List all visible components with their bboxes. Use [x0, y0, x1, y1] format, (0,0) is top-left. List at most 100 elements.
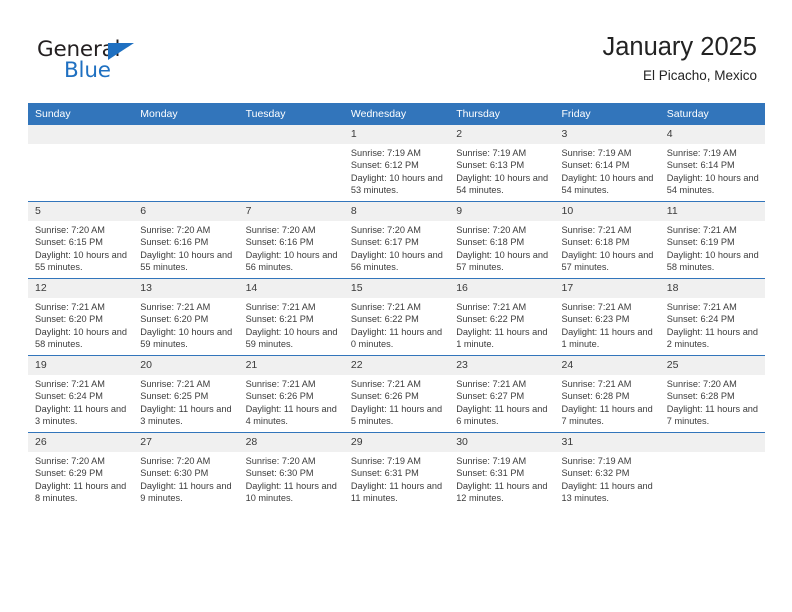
- day-number: [659, 433, 766, 452]
- sunrise-text: Sunrise: 7:21 AM: [456, 379, 527, 389]
- day-details: Sunrise: 7:21 AM Sunset: 6:20 PM Daylight:…: [133, 298, 238, 351]
- day-number: 22: [343, 356, 450, 375]
- sunrise-text: Sunrise: 7:20 AM: [35, 456, 105, 466]
- calendar-day-cell[interactable]: 7 Sunrise: 7:20 AM Sunset: 6:16 PM Daylight…: [238, 201, 344, 279]
- daylight-text: Daylight: 11 hours and 0 minutes.: [350, 326, 443, 350]
- day-details: Sunrise: 7:21 AM Sunset: 6:21 PM Daylight:…: [239, 298, 344, 351]
- day-details: Sunrise: 7:21 AM Sunset: 6:28 PM Daylight:…: [554, 375, 659, 428]
- day-details: Sunrise: 7:21 AM Sunset: 6:24 PM Daylight:…: [28, 375, 133, 428]
- sunset-text: Sunset: 6:18 PM: [456, 237, 525, 248]
- calendar-day-cell[interactable]: 9 Sunrise: 7:20 AM Sunset: 6:18 PM Daylight…: [449, 201, 555, 279]
- day-number: 6: [133, 202, 239, 221]
- calendar-day-cell[interactable]: 12 Sunrise: 7:21 AM Sunset: 6:20 PM Dayligh…: [28, 278, 134, 356]
- calendar-day-cell[interactable]: 28 Sunrise: 7:20 AM Sunset: 6:30 PM Dayligh…: [238, 432, 344, 509]
- day-number: 28: [238, 433, 344, 452]
- day-number: 8: [343, 202, 450, 221]
- sunrise-text: Sunrise: 7:21 AM: [35, 302, 105, 312]
- sunset-text: Sunset: 6:29 PM: [35, 468, 103, 479]
- calendar-day-cell[interactable]: 27 Sunrise: 7:20 AM Sunset: 6:30 PM Dayligh…: [133, 432, 239, 509]
- calendar-day-cell[interactable]: 24 Sunrise: 7:21 AM Sunset: 6:28 PM Dayligh…: [554, 355, 660, 433]
- sunrise-text: Sunrise: 7:20 AM: [666, 379, 737, 389]
- weekday-header-thursday: Thursday: [449, 103, 555, 125]
- calendar-day-cell[interactable]: 4 Sunrise: 7:19 AM Sunset: 6:14 PM Daylight…: [659, 125, 766, 202]
- sunset-text: Sunset: 6:24 PM: [35, 391, 103, 402]
- calendar-day-cell[interactable]: 23 Sunrise: 7:21 AM Sunset: 6:27 PM Dayligh…: [449, 355, 555, 433]
- daylight-text: Daylight: 10 hours and 54 minutes.: [561, 172, 654, 196]
- calendar-day-cell[interactable]: 25 Sunrise: 7:20 AM Sunset: 6:28 PM Dayligh…: [659, 355, 766, 433]
- calendar-day-cell[interactable]: 20 Sunrise: 7:21 AM Sunset: 6:25 PM Dayligh…: [133, 355, 239, 433]
- sunset-text: Sunset: 6:30 PM: [140, 468, 209, 479]
- sunrise-text: Sunrise: 7:20 AM: [245, 225, 316, 235]
- day-details: Sunrise: 7:21 AM Sunset: 6:26 PM Daylight:…: [239, 375, 344, 428]
- sunset-text: Sunset: 6:21 PM: [245, 314, 314, 325]
- day-number: 9: [449, 202, 555, 221]
- day-number: [238, 125, 344, 144]
- daylight-text: Daylight: 11 hours and 9 minutes.: [140, 480, 232, 504]
- sunrise-text: Sunrise: 7:19 AM: [350, 148, 421, 158]
- daylight-text: Daylight: 11 hours and 5 minutes.: [350, 403, 443, 427]
- calendar-day-cell[interactable]: 19 Sunrise: 7:21 AM Sunset: 6:24 PM Dayligh…: [28, 355, 134, 433]
- sunrise-text: Sunrise: 7:21 AM: [561, 302, 632, 312]
- day-number: [28, 125, 134, 144]
- sunset-text: Sunset: 6:15 PM: [35, 237, 103, 248]
- day-number: 2: [449, 125, 555, 144]
- day-details: Sunrise: 7:20 AM Sunset: 6:28 PM Daylight:…: [660, 375, 765, 428]
- daylight-text: Daylight: 11 hours and 11 minutes.: [350, 480, 443, 504]
- calendar-day-cell-empty: [659, 432, 766, 509]
- calendar-day-cell[interactable]: 30 Sunrise: 7:19 AM Sunset: 6:31 PM Dayligh…: [449, 432, 555, 509]
- calendar-day-cell[interactable]: 5 Sunrise: 7:20 AM Sunset: 6:15 PM Daylight…: [28, 201, 134, 279]
- day-details: Sunrise: 7:21 AM Sunset: 6:19 PM Daylight:…: [660, 221, 765, 274]
- calendar-day-cell[interactable]: 17 Sunrise: 7:21 AM Sunset: 6:23 PM Dayligh…: [554, 278, 660, 356]
- calendar-day-cell[interactable]: 16 Sunrise: 7:21 AM Sunset: 6:22 PM Dayligh…: [449, 278, 555, 356]
- general-blue-logo[interactable]: General Blue: [37, 38, 157, 84]
- sunset-text: Sunset: 6:26 PM: [350, 391, 419, 402]
- sunrise-text: Sunrise: 7:19 AM: [666, 148, 737, 158]
- sunrise-text: Sunrise: 7:19 AM: [561, 148, 632, 158]
- sunrise-text: Sunrise: 7:21 AM: [245, 302, 316, 312]
- daylight-text: Daylight: 11 hours and 7 minutes.: [561, 403, 653, 427]
- calendar-week-row: 26 Sunrise: 7:20 AM Sunset: 6:29 PM Dayligh…: [28, 432, 766, 509]
- day-details: Sunrise: 7:20 AM Sunset: 6:30 PM Daylight:…: [133, 452, 238, 505]
- calendar-day-cell[interactable]: 15 Sunrise: 7:21 AM Sunset: 6:22 PM Dayligh…: [343, 278, 450, 356]
- calendar-day-cell[interactable]: 8 Sunrise: 7:20 AM Sunset: 6:17 PM Daylight…: [343, 201, 450, 279]
- day-number: 10: [554, 202, 660, 221]
- calendar-week-row: 1 Sunrise: 7:19 AM Sunset: 6:12 PM Daylight…: [28, 125, 766, 202]
- calendar-day-cell[interactable]: 10 Sunrise: 7:21 AM Sunset: 6:18 PM Dayligh…: [554, 201, 660, 279]
- calendar-day-cell[interactable]: 18 Sunrise: 7:21 AM Sunset: 6:24 PM Dayligh…: [659, 278, 766, 356]
- calendar-day-cell[interactable]: 14 Sunrise: 7:21 AM Sunset: 6:21 PM Dayligh…: [238, 278, 344, 356]
- day-details: Sunrise: 7:21 AM Sunset: 6:25 PM Daylight:…: [133, 375, 238, 428]
- weekday-header-wednesday: Wednesday: [343, 103, 450, 125]
- sunrise-text: Sunrise: 7:21 AM: [350, 379, 421, 389]
- sunset-text: Sunset: 6:13 PM: [456, 160, 525, 171]
- calendar-day-cell[interactable]: 22 Sunrise: 7:21 AM Sunset: 6:26 PM Dayligh…: [343, 355, 450, 433]
- calendar-day-cell[interactable]: 13 Sunrise: 7:21 AM Sunset: 6:20 PM Dayligh…: [133, 278, 239, 356]
- sunrise-text: Sunrise: 7:21 AM: [666, 225, 737, 235]
- daylight-text: Daylight: 11 hours and 8 minutes.: [35, 480, 127, 504]
- sunset-text: Sunset: 6:31 PM: [350, 468, 419, 479]
- sunset-text: Sunset: 6:25 PM: [140, 391, 209, 402]
- daylight-text: Daylight: 10 hours and 53 minutes.: [350, 172, 443, 196]
- sunrise-text: Sunrise: 7:19 AM: [561, 456, 632, 466]
- sunset-text: Sunset: 6:17 PM: [350, 237, 419, 248]
- calendar-day-cell[interactable]: 29 Sunrise: 7:19 AM Sunset: 6:31 PM Dayligh…: [343, 432, 450, 509]
- calendar-day-cell[interactable]: 21 Sunrise: 7:21 AM Sunset: 6:26 PM Dayligh…: [238, 355, 344, 433]
- day-number: 23: [449, 356, 555, 375]
- calendar-day-cell[interactable]: 6 Sunrise: 7:20 AM Sunset: 6:16 PM Daylight…: [133, 201, 239, 279]
- calendar-day-cell[interactable]: 2 Sunrise: 7:19 AM Sunset: 6:13 PM Daylight…: [449, 125, 555, 202]
- logo-text-blue: Blue: [64, 58, 111, 83]
- day-number: 24: [554, 356, 660, 375]
- calendar-day-cell[interactable]: 26 Sunrise: 7:20 AM Sunset: 6:29 PM Dayligh…: [28, 432, 134, 509]
- day-number: 7: [238, 202, 344, 221]
- sunrise-text: Sunrise: 7:19 AM: [350, 456, 421, 466]
- calendar-day-cell[interactable]: 31 Sunrise: 7:19 AM Sunset: 6:32 PM Dayligh…: [554, 432, 660, 509]
- sunset-text: Sunset: 6:20 PM: [140, 314, 209, 325]
- calendar-day-cell[interactable]: 1 Sunrise: 7:19 AM Sunset: 6:12 PM Daylight…: [343, 125, 450, 202]
- day-number: 20: [133, 356, 239, 375]
- day-details: Sunrise: 7:19 AM Sunset: 6:14 PM Daylight:…: [660, 144, 765, 197]
- calendar-day-cell[interactable]: 11 Sunrise: 7:21 AM Sunset: 6:19 PM Dayligh…: [659, 201, 766, 279]
- sunrise-text: Sunrise: 7:21 AM: [350, 302, 421, 312]
- daylight-text: Daylight: 11 hours and 13 minutes.: [561, 480, 653, 504]
- daylight-text: Daylight: 11 hours and 2 minutes.: [666, 326, 759, 350]
- day-details: Sunrise: 7:21 AM Sunset: 6:23 PM Daylight:…: [554, 298, 659, 351]
- calendar-day-cell[interactable]: 3 Sunrise: 7:19 AM Sunset: 6:14 PM Daylight…: [554, 125, 660, 202]
